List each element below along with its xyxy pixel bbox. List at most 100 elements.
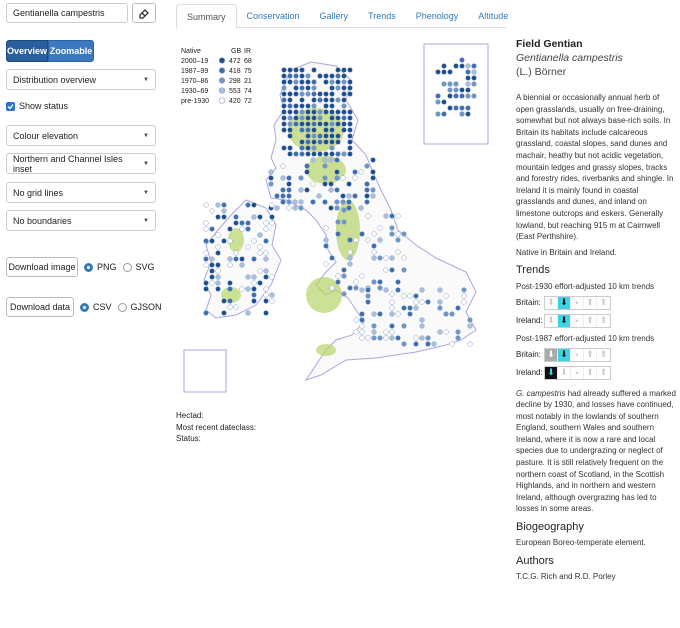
- hectad-dot[interactable]: [269, 292, 275, 298]
- hectad-dot[interactable]: [413, 293, 419, 299]
- hectad-dot[interactable]: [459, 57, 465, 63]
- hectad-dot[interactable]: [304, 169, 310, 175]
- hectad-dot[interactable]: [358, 205, 364, 211]
- hectad-dot[interactable]: [251, 274, 257, 280]
- hectad-dot[interactable]: [443, 329, 449, 335]
- hectad-dot[interactable]: [286, 199, 292, 205]
- hectad-dot[interactable]: [281, 127, 287, 133]
- hectad-dot[interactable]: [281, 91, 287, 97]
- hectad-dot[interactable]: [245, 226, 251, 232]
- hectad-dot[interactable]: [455, 335, 461, 341]
- hectad-dot[interactable]: [221, 202, 227, 208]
- hectad-dot[interactable]: [401, 255, 407, 261]
- hectad-dot[interactable]: [311, 145, 317, 151]
- hectad-dot[interactable]: [371, 243, 377, 249]
- hectad-dot[interactable]: [323, 127, 329, 133]
- hectad-dot[interactable]: [311, 97, 317, 103]
- hectad-dot[interactable]: [359, 317, 365, 323]
- hectad-dot[interactable]: [233, 220, 239, 226]
- hectad-dot[interactable]: [401, 231, 407, 237]
- hectad-dot[interactable]: [304, 187, 310, 193]
- tab-phenology[interactable]: Phenology: [406, 4, 469, 28]
- hectad-dot[interactable]: [341, 109, 347, 115]
- hectad-dot[interactable]: [323, 243, 329, 249]
- hectad-dot[interactable]: [299, 127, 305, 133]
- hectad-dot[interactable]: [227, 262, 233, 268]
- hectad-dot[interactable]: [347, 145, 353, 151]
- hectad-dot[interactable]: [407, 293, 413, 299]
- hectad-dot[interactable]: [299, 67, 305, 73]
- hectad-dot[interactable]: [359, 273, 365, 279]
- hectad-dot[interactable]: [215, 262, 221, 268]
- hectad-dot[interactable]: [335, 79, 341, 85]
- hectad-dot[interactable]: [459, 111, 465, 117]
- hectad-dot[interactable]: [215, 202, 221, 208]
- distribution-select[interactable]: Distribution overview ▼: [6, 69, 156, 90]
- hectad-dot[interactable]: [419, 299, 425, 305]
- hectad-dot[interactable]: [287, 121, 293, 127]
- hectad-dot[interactable]: [263, 220, 269, 226]
- hectad-dot[interactable]: [293, 103, 299, 109]
- hectad-dot[interactable]: [203, 256, 209, 262]
- hectad-dot[interactable]: [322, 157, 328, 163]
- hectad-dot[interactable]: [389, 299, 395, 305]
- hectad-dot[interactable]: [328, 157, 334, 163]
- hectad-dot[interactable]: [257, 244, 263, 250]
- hectad-dot[interactable]: [281, 103, 287, 109]
- hectad-dot[interactable]: [323, 121, 329, 127]
- hectad-dot[interactable]: [401, 341, 407, 347]
- hectad-dot[interactable]: [239, 286, 245, 292]
- hectad-dot[interactable]: [233, 214, 239, 220]
- hectad-dot[interactable]: [221, 310, 227, 316]
- hectad-dot[interactable]: [447, 81, 453, 87]
- hectad-dot[interactable]: [322, 181, 328, 187]
- hectad-dot[interactable]: [292, 199, 298, 205]
- hectad-dot[interactable]: [299, 73, 305, 79]
- hectad-dot[interactable]: [371, 311, 377, 317]
- hectad-dot[interactable]: [347, 85, 353, 91]
- hectad-dot[interactable]: [209, 256, 215, 262]
- hectad-dot[interactable]: [280, 163, 286, 169]
- hectad-dot[interactable]: [311, 151, 317, 157]
- hectad-dot[interactable]: [245, 286, 251, 292]
- hectad-dot[interactable]: [329, 139, 335, 145]
- hectad-dot[interactable]: [311, 85, 317, 91]
- hectad-dot[interactable]: [365, 213, 371, 219]
- hectad-dot[interactable]: [425, 341, 431, 347]
- hectad-dot[interactable]: [299, 139, 305, 145]
- hectad-dot[interactable]: [221, 238, 227, 244]
- hectad-dot[interactable]: [317, 73, 323, 79]
- hectad-dot[interactable]: [395, 335, 401, 341]
- hectad-dot[interactable]: [347, 255, 353, 261]
- hectad-dot[interactable]: [281, 79, 287, 85]
- hectad-dot[interactable]: [346, 205, 352, 211]
- tab-gallery[interactable]: Gallery: [310, 4, 359, 28]
- hectad-dot[interactable]: [471, 69, 477, 75]
- hectad-dot[interactable]: [305, 151, 311, 157]
- hectad-dot[interactable]: [263, 256, 269, 262]
- eraser-button[interactable]: [132, 3, 156, 23]
- hectad-dot[interactable]: [329, 91, 335, 97]
- hectad-dot[interactable]: [203, 310, 209, 316]
- hectad-dot[interactable]: [329, 73, 335, 79]
- hectad-dot[interactable]: [281, 145, 287, 151]
- hectad-dot[interactable]: [401, 267, 407, 273]
- hectad-dot[interactable]: [459, 87, 465, 93]
- hectad-dot[interactable]: [347, 91, 353, 97]
- hectad-dot[interactable]: [389, 311, 395, 317]
- hectad-dot[interactable]: [419, 335, 425, 341]
- hectad-dot[interactable]: [221, 208, 227, 214]
- hectad-dot[interactable]: [269, 274, 275, 280]
- hectad-dot[interactable]: [287, 97, 293, 103]
- hectad-dot[interactable]: [299, 151, 305, 157]
- hectad-dot[interactable]: [370, 175, 376, 181]
- hectad-dot[interactable]: [395, 237, 401, 243]
- hectad-dot[interactable]: [329, 145, 335, 151]
- hectad-dot[interactable]: [383, 335, 389, 341]
- hectad-dot[interactable]: [203, 250, 209, 256]
- hectad-dot[interactable]: [395, 279, 401, 285]
- hectad-dot[interactable]: [371, 323, 377, 329]
- hectad-dot[interactable]: [251, 256, 257, 262]
- hectad-dot[interactable]: [341, 91, 347, 97]
- hectad-dot[interactable]: [323, 139, 329, 145]
